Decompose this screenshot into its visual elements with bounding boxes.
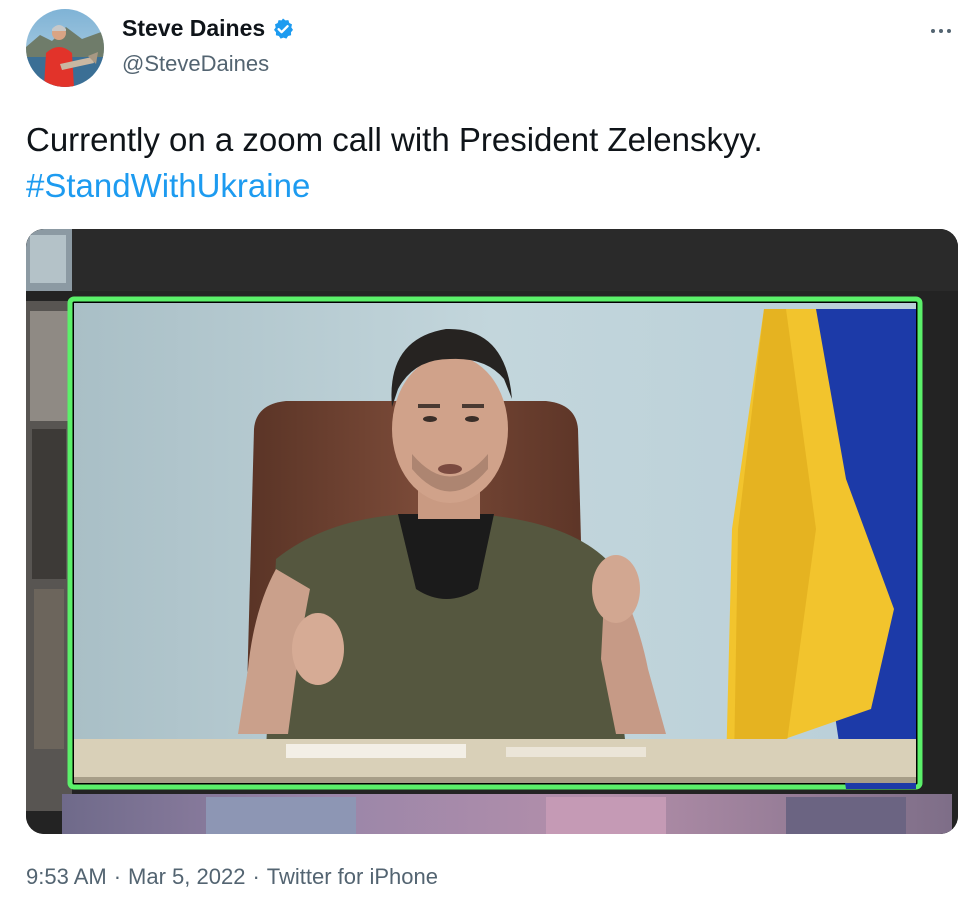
tweet-source-link[interactable]: Twitter for iPhone <box>267 864 438 889</box>
tweet-date-link[interactable]: Mar 5, 2022 <box>128 864 245 889</box>
tweet-card[interactable]: Steve Daines @SteveDaines Currently on a… <box>0 0 980 919</box>
tweet-photo[interactable] <box>26 229 958 834</box>
avatar-image <box>26 9 104 87</box>
author-name-row: Steve Daines <box>122 15 295 42</box>
author-avatar[interactable] <box>26 9 104 87</box>
meta-separator: · <box>252 864 260 889</box>
verified-badge-icon <box>271 17 295 41</box>
tweet-body-text: Currently on a zoom call with President … <box>26 121 763 158</box>
author-display-name[interactable]: Steve Daines <box>122 15 265 42</box>
hashtag-link[interactable]: #StandWithUkraine <box>26 163 956 209</box>
more-options-button[interactable] <box>924 18 958 44</box>
zoom-call-photo <box>26 229 958 834</box>
tweet-text: Currently on a zoom call with President … <box>26 117 956 209</box>
tweet-time-link[interactable]: 9:53 AM <box>26 864 107 889</box>
author-handle[interactable]: @SteveDaines <box>122 51 269 77</box>
meta-separator: · <box>113 864 122 889</box>
more-horizontal-icon <box>931 29 935 33</box>
tweet-meta: 9:53 AM · Mar 5, 2022 · Twitter for iPhone <box>26 864 438 890</box>
